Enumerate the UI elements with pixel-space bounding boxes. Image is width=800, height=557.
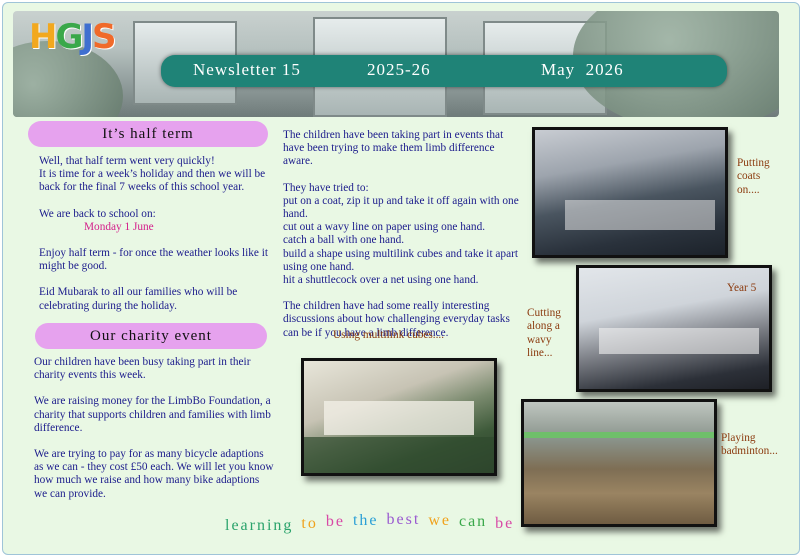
caption-cutting: Cutting along a wavy line... [527, 307, 561, 360]
school-year: 2025-26 [367, 60, 431, 79]
motto-word: best [386, 511, 421, 528]
motto-word: learning [225, 517, 294, 534]
charity-p3: We are trying to pay for as many bicycle… [34, 448, 274, 500]
header-banner: HGJS Newsletter 15 2025-26 May 2026 [13, 11, 779, 117]
motto-word: be [495, 515, 515, 532]
caption-year5: Year 5 [727, 282, 757, 294]
charity-p1: Our children have been busy taking part … [34, 356, 251, 382]
logo-letter: J [81, 17, 94, 57]
half-term-text: Well, that half term went very quickly! I… [39, 155, 271, 326]
charity-text: Our children have been busy taking part … [34, 356, 274, 514]
half-term-heading: It’s half term [28, 121, 268, 147]
photo-putting-coats-on [532, 127, 728, 258]
charity-heading: Our charity event [35, 323, 267, 349]
task-item: hit a shuttlecock over a net using one h… [283, 274, 479, 287]
task-item: catch a ball with one hand. [283, 234, 405, 247]
return-date: Monday 1 June [84, 220, 154, 233]
limb-intro: The children have been taking part in ev… [283, 129, 504, 168]
half-term-p4: Eid Mubarak to all our families who will… [39, 286, 238, 312]
photo-multilink-cubes [301, 358, 497, 476]
motto-word: we [428, 512, 451, 529]
limb-difference-text: The children have been taking part in ev… [283, 129, 519, 353]
caption-coats: Putting coats on.... [737, 157, 770, 196]
logo-letter: H [29, 17, 58, 57]
school-motto: learning to be the best we can be [225, 511, 522, 534]
logo-letter: G [55, 17, 83, 57]
photo-playing-badminton [521, 399, 717, 527]
photo-cutting-wavy-line: Year 5 [576, 265, 772, 392]
half-term-p3: Enjoy half term - for once the weather l… [39, 247, 268, 273]
newsletter-month: May 2026 [541, 60, 624, 79]
school-logo: HGJS [29, 17, 117, 57]
task-item: cut out a wavy line on paper using one h… [283, 221, 486, 234]
caption-badminton: Playing badminton... [721, 432, 778, 458]
tried-label: They have tried to: [283, 181, 369, 194]
newsletter-number: Newsletter 15 [193, 60, 301, 79]
caption-cubes: Using multilink cubes.... [333, 329, 445, 341]
half-term-p1a: Well, that half term went very quickly! [39, 155, 215, 167]
charity-p2: We are raising money for the LimbBo Foun… [34, 395, 271, 434]
logo-letter: S [92, 17, 116, 57]
task-item: put on a coat, zip it up and take it off… [283, 194, 519, 221]
title-bar: Newsletter 15 2025-26 May 2026 [161, 55, 727, 87]
motto-word: can [458, 513, 488, 530]
back-to-school-label: We are back to school on: [39, 207, 156, 220]
motto-word: the [352, 512, 379, 529]
motto-word: to [301, 515, 318, 532]
task-item: build a shape using multilink cubes and … [283, 247, 518, 273]
motto-word: be [325, 513, 345, 530]
newsletter-page: HGJS Newsletter 15 2025-26 May 2026 It’s… [2, 2, 800, 555]
half-term-p1b: It is time for a week’s holiday and then… [39, 168, 266, 194]
